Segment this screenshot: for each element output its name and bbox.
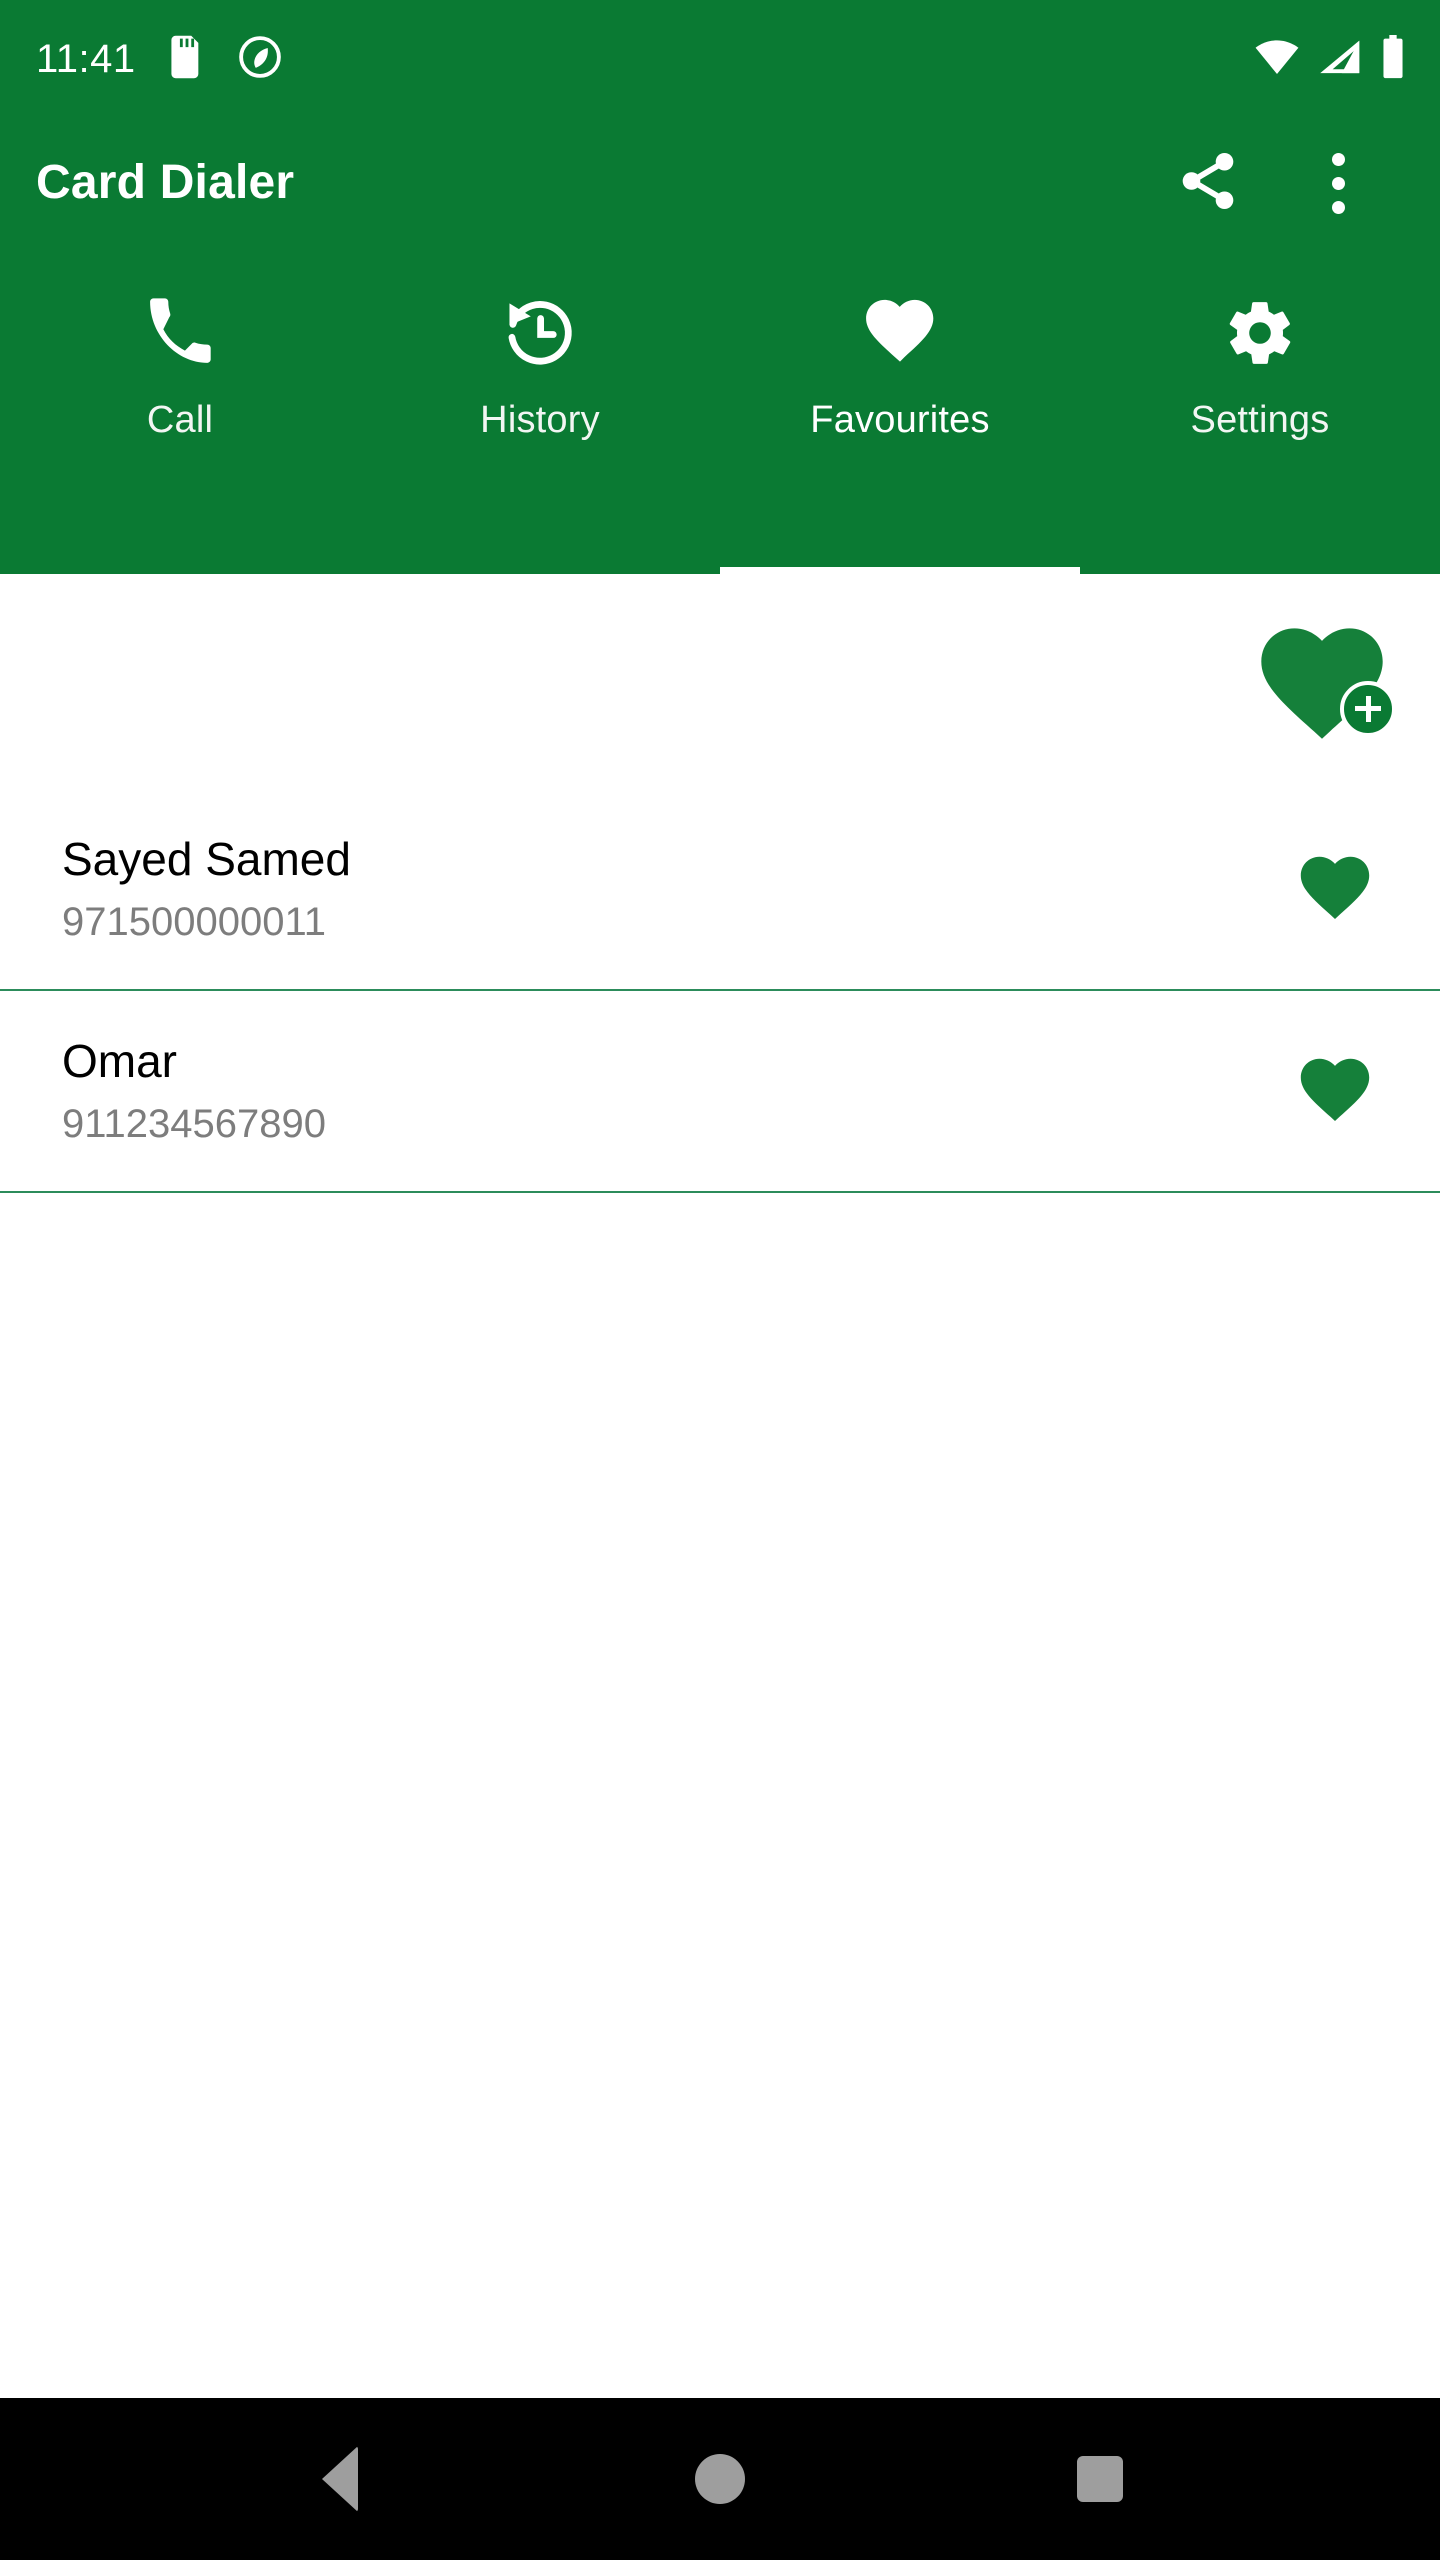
page-title: Card Dialer [36,156,295,209]
favourites-list: Sayed Samed 971500000011 Omar 9112345678… [0,789,1440,1193]
favourite-info: Omar 911234567890 [62,1035,1280,1147]
battery-icon [1380,34,1406,84]
tab-label-call: Call [146,399,214,441]
home-button[interactable] [660,2419,780,2539]
status-bar-left: 11:41 [36,35,282,84]
overflow-menu-button[interactable] [1298,143,1378,223]
status-bar-right [1254,34,1406,84]
tab-active-indicator [720,567,1080,574]
tab-settings[interactable]: Settings [1080,248,1440,574]
wifi-icon [1254,39,1300,80]
square-recents-icon [1077,2456,1123,2502]
tab-favourites[interactable]: Favourites [720,248,1080,574]
cellular-signal-icon [1318,39,1362,80]
triangle-back-icon [322,2446,358,2512]
app-bar-actions [1168,143,1400,223]
table-row[interactable]: Sayed Samed 971500000011 [0,789,1440,991]
tab-bar: Call History Favourites Settings [0,248,1440,574]
favourite-toggle-button[interactable] [1280,1036,1390,1146]
add-favourite-button[interactable] [1254,623,1396,741]
phone-screen: 11:41 Card Dialer Call History Favourite… [0,0,1440,2560]
table-row[interactable]: Omar 911234567890 [0,991,1440,1193]
app-bar: Card Dialer [0,118,1440,248]
overflow-menu-icon [1331,152,1345,214]
status-bar: 11:41 [0,0,1440,118]
circle-home-icon [695,2454,745,2504]
gear-icon [1223,290,1297,376]
tab-label-favourites: Favourites [810,399,990,441]
tab-history[interactable]: History [360,248,720,574]
plus-badge-icon [1340,680,1396,737]
system-navigation-bar [0,2398,1440,2560]
favourite-toggle-button[interactable] [1280,834,1390,944]
tab-label-settings: Settings [1190,399,1330,441]
favourite-number: 911234567890 [62,1102,326,1146]
favourite-name: Omar [62,1035,177,1087]
recents-button[interactable] [1040,2419,1160,2539]
data-saver-icon [238,35,282,84]
tab-label-history: History [480,399,600,441]
back-button[interactable] [280,2419,400,2539]
history-icon [503,290,577,376]
phone-icon [143,290,217,376]
heart-icon [863,290,937,376]
favourite-info: Sayed Samed 971500000011 [62,833,1280,945]
heart-filled-icon [1297,1054,1373,1129]
share-button[interactable] [1168,143,1248,223]
share-icon [1175,148,1241,219]
heart-filled-icon [1297,852,1373,927]
add-favourite-row [0,574,1440,789]
sd-card-icon [170,35,204,84]
tab-call[interactable]: Call [0,248,360,574]
favourite-name: Sayed Samed [62,833,351,885]
favourites-content: Sayed Samed 971500000011 Omar 9112345678… [0,574,1440,2398]
favourite-number: 971500000011 [62,900,326,944]
status-bar-clock: 11:41 [36,37,136,81]
